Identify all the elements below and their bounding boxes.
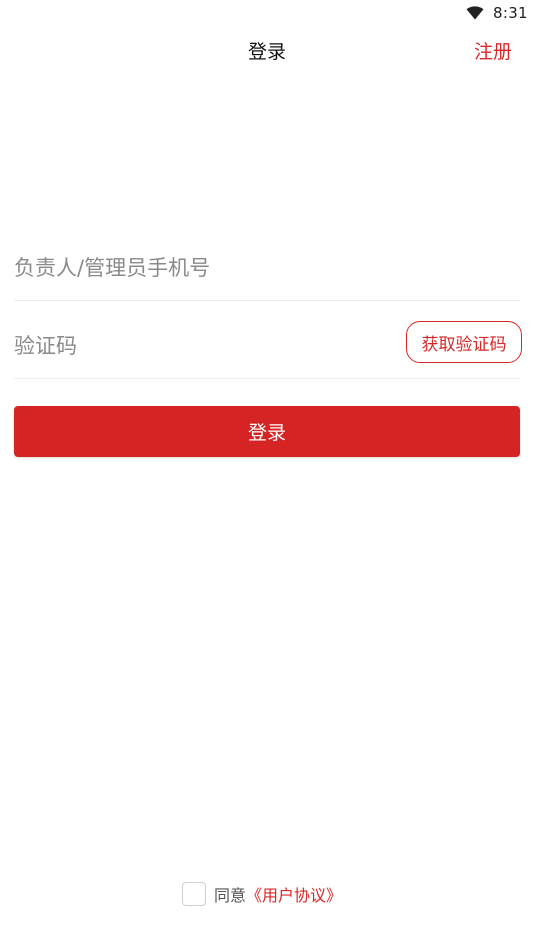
status-time: 8:31 (493, 4, 528, 22)
wifi-icon (466, 6, 484, 20)
status-bar: 8:31 (0, 0, 534, 28)
register-link[interactable]: 注册 (474, 37, 512, 64)
phone-input[interactable] (14, 248, 384, 288)
login-button[interactable]: 登录 (14, 406, 520, 457)
code-field-row: 获取验证码 (14, 318, 522, 379)
user-agreement-link[interactable]: 《用户协议》 (246, 882, 342, 906)
verification-code-input[interactable] (14, 326, 384, 366)
agreement-prefix: 同意 (214, 886, 247, 905)
phone-field-row (14, 240, 520, 301)
agreement-checkbox[interactable] (182, 882, 206, 906)
get-code-button[interactable]: 获取验证码 (406, 321, 522, 363)
page-title: 登录 (247, 41, 286, 63)
agreement-row: 同意 《用户协议》 (182, 880, 342, 908)
